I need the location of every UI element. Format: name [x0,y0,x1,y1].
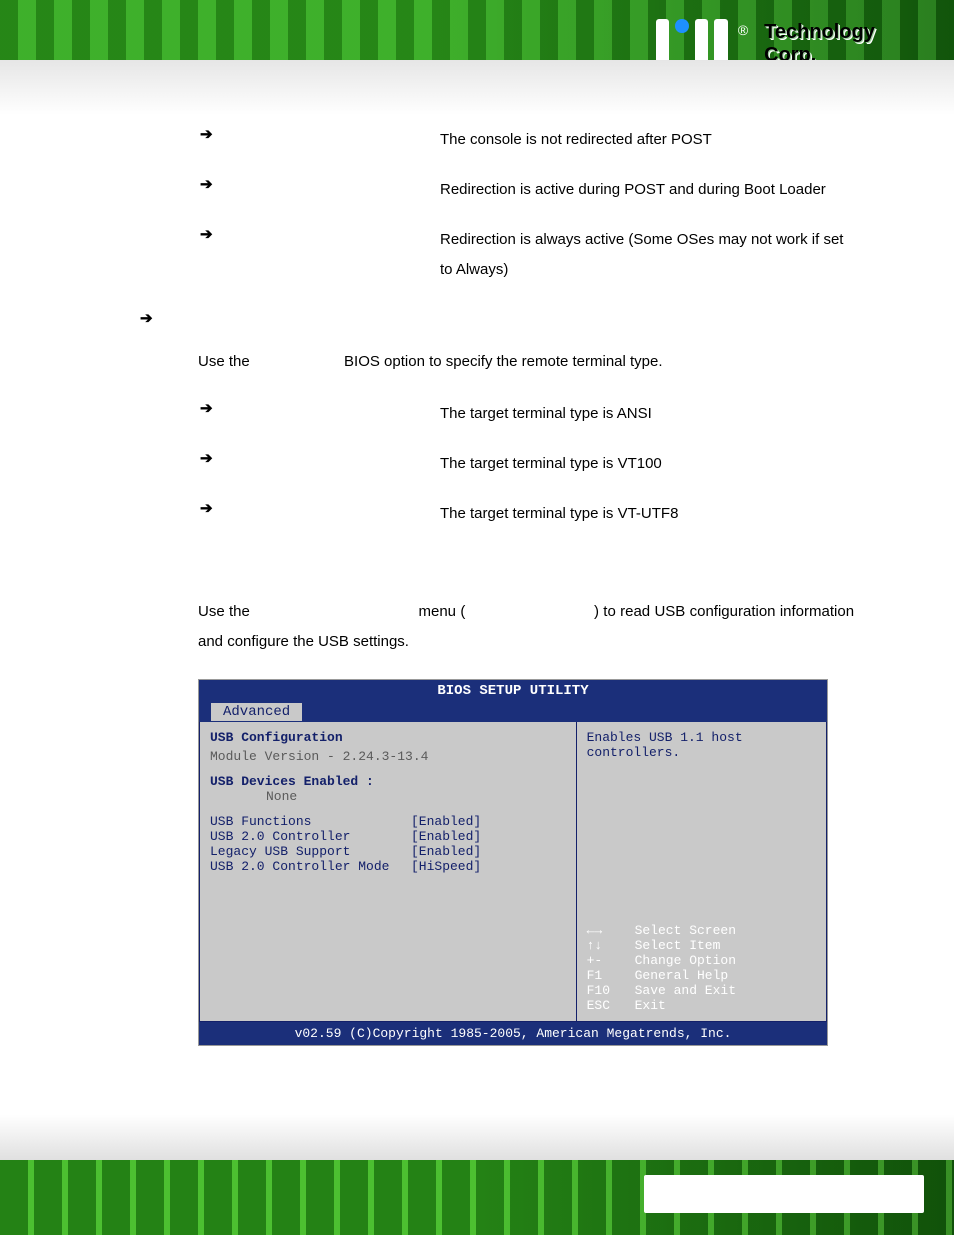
redirection-options-list: ➔ The console is not redirected after PO… [200,125,854,285]
text: Use the [198,353,250,370]
help-line: F10 Save and Exit [587,983,816,998]
bios-section-title: USB Configuration [210,730,566,745]
bios-help-keys: ←→ Select Screen ↑↓ Select Item +- Change O… [587,923,816,1013]
help-key: ESC [587,998,621,1013]
page-content: ➔ The console is not redirected after PO… [0,125,954,1046]
section-arrow-icon: ➔ [140,309,854,327]
list-item: ➔ The target terminal type is ANSI [200,399,854,429]
bios-setting-row: USB Functions [Enabled] [210,814,566,829]
terminal-type-intro: Use the BIOS option to specify the remot… [198,347,854,377]
help-label: General Help [635,968,729,983]
footer-label-box [644,1175,924,1213]
footer-banner [0,1115,954,1235]
registered-mark: ® [738,22,748,38]
help-key: ←→ [587,923,621,938]
help-line: ↑↓ Select Item [587,938,816,953]
logo-pillar [656,19,669,69]
logo-pillar [695,19,708,69]
list-item: ➔ Redirection is active during POST and … [200,175,854,205]
help-label: Exit [635,998,666,1013]
arrow-icon: ➔ [200,175,440,193]
bios-devices-value: None [266,789,566,804]
setting-key: USB 2.0 Controller Mode [210,859,411,874]
bios-setting-row: USB 2.0 Controller [Enabled] [210,829,566,844]
bios-help-text: Enables USB 1.1 host controllers. [587,730,816,760]
help-line: F1 General Help [587,968,816,983]
help-key: F1 [587,968,621,983]
brand-logo: ® Technology Corp. [656,14,926,74]
bios-devices-label: USB Devices Enabled : [210,774,566,789]
help-line: +- Change Option [587,953,816,968]
setting-value: [Enabled] [411,814,566,829]
help-label: Save and Exit [635,983,736,998]
header-banner: ® Technology Corp. [0,0,954,115]
help-label: Change Option [635,953,736,968]
text: ) to read USB configuration information … [198,603,854,650]
option-text: Redirection is active during POST and du… [440,175,854,205]
help-key: F10 [587,983,621,998]
list-item: ➔ Redirection is always active (Some OSe… [200,225,854,285]
terminal-type-options-list: ➔ The target terminal type is ANSI ➔ The… [200,399,854,529]
bios-footer: v02.59 (C)Copyright 1985-2005, American … [199,1022,827,1045]
help-label: Select Item [635,938,721,953]
logo-dot [675,19,688,33]
help-line: ESC Exit [587,998,816,1013]
list-item: ➔ The target terminal type is VT-UTF8 [200,499,854,529]
usb-config-intro: Use the menu ( ) to read USB configurati… [198,597,854,657]
arrow-icon: ➔ [200,225,440,243]
arrow-icon: ➔ [200,499,440,517]
option-text: The target terminal type is VT100 [440,449,854,479]
brand-text: Technology Corp. [764,21,926,67]
help-key: ↑↓ [587,938,621,953]
help-label: Select Screen [635,923,736,938]
option-text: The target terminal type is ANSI [440,399,854,429]
setting-value: [Enabled] [411,844,566,859]
arrow-icon: ➔ [200,399,440,417]
help-key: +- [587,953,621,968]
option-text: The target terminal type is VT-UTF8 [440,499,854,529]
setting-key: USB 2.0 Controller [210,829,411,844]
bios-tab-advanced: Advanced [211,703,302,721]
bios-screenshot: BIOS SETUP UTILITY Advanced USB Configur… [198,679,828,1046]
bios-left-panel: USB Configuration Module Version - 2.24.… [199,722,577,1022]
setting-value: [HiSpeed] [411,859,566,874]
setting-key: USB Functions [210,814,411,829]
help-line: ←→ Select Screen [587,923,816,938]
bios-body: USB Configuration Module Version - 2.24.… [199,722,827,1022]
bios-right-panel: Enables USB 1.1 host controllers. ←→ Sele… [577,722,827,1022]
logo-pillar [714,19,727,69]
text: BIOS option to specify the remote termin… [344,353,663,370]
arrow-icon: ➔ [200,125,440,143]
bios-setting-row: Legacy USB Support [Enabled] [210,844,566,859]
option-text: The console is not redirected after POST [440,125,854,155]
option-text: Redirection is always active (Some OSes … [440,225,854,285]
bios-module-version: Module Version - 2.24.3-13.4 [210,749,566,764]
setting-value: [Enabled] [411,829,566,844]
bios-title: BIOS SETUP UTILITY [199,680,827,702]
list-item: ➔ The console is not redirected after PO… [200,125,854,155]
text: Use the [198,603,250,620]
text: menu ( [419,603,466,620]
list-item: ➔ The target terminal type is VT100 [200,449,854,479]
setting-key: Legacy USB Support [210,844,411,859]
bios-setting-row: USB 2.0 Controller Mode [HiSpeed] [210,859,566,874]
arrow-icon: ➔ [200,449,440,467]
bios-tab-bar: Advanced [199,702,827,722]
